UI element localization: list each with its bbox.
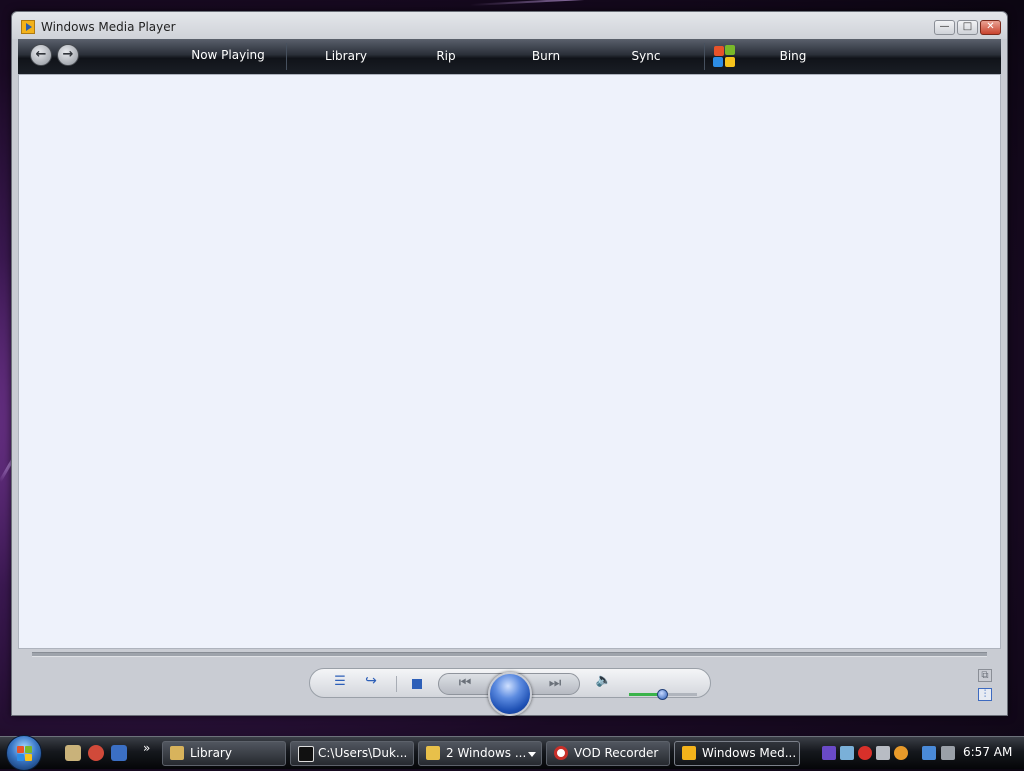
tray-network-tool-icon[interactable] (822, 746, 836, 760)
quick-launch-more-icon[interactable]: » (143, 741, 150, 755)
tray-app-icon[interactable] (876, 746, 890, 760)
tab-library[interactable]: Library (311, 39, 381, 74)
taskbar-button-library[interactable]: Library (162, 741, 286, 766)
media-player-app-icon[interactable] (21, 20, 35, 34)
taskbar-button-label: VOD Recorder (574, 746, 659, 760)
tray-sync-icon[interactable] (840, 746, 854, 760)
previous-icon[interactable]: ⏮ (451, 675, 479, 691)
wallpaper-streak (469, 0, 670, 6)
forward-arrow-icon[interactable]: → (57, 44, 79, 66)
media-player-window: Windows Media Player — □ ✕ ← → Now Playi… (11, 11, 1008, 716)
seek-bar[interactable] (32, 652, 987, 657)
mute-icon[interactable]: 🔈 (595, 673, 613, 688)
shuffle-icon[interactable]: ☰ (332, 674, 348, 689)
minimize-button[interactable]: — (934, 20, 955, 35)
title-bar[interactable]: Windows Media Player — □ ✕ (12, 12, 1007, 39)
start-button[interactable] (6, 735, 42, 771)
close-button[interactable]: ✕ (980, 20, 1001, 35)
windows-logo-icon (713, 45, 737, 69)
tray-network-icon[interactable] (922, 746, 936, 760)
tray-search-icon[interactable] (894, 746, 908, 760)
compact-view-icon[interactable]: ⫶ (978, 688, 992, 701)
tab-now-playing[interactable]: Now Playing (181, 39, 275, 74)
tab-divider (286, 43, 287, 70)
switch-to-now-playing-icon[interactable]: ⧉ (978, 669, 992, 682)
taskbar: » Library C:\Users\Duk... 2 Windows ... … (0, 735, 1024, 771)
tab-bing[interactable]: Bing (763, 39, 823, 74)
taskbar-clock[interactable]: 6:57 AM (963, 745, 1012, 759)
taskbar-button-media-player[interactable]: Windows Med... (674, 741, 800, 766)
quick-launch-browser-icon[interactable] (88, 745, 104, 761)
taskbar-button-windows-group[interactable]: 2 Windows ... (418, 741, 542, 766)
navigation-bar: ← → Now Playing Library Rip Burn Sync Bi… (18, 39, 1001, 74)
tab-sync[interactable]: Sync (616, 39, 676, 74)
tab-burn[interactable]: Burn (516, 39, 576, 74)
taskbar-button-7zip[interactable]: C:\Users\Duk... (290, 741, 414, 766)
library-content-pane[interactable] (18, 74, 1001, 649)
taskbar-button-label: Windows Med... (702, 746, 797, 760)
explorer-icon (426, 746, 440, 760)
window-title: Windows Media Player (41, 20, 176, 34)
quick-launch-app-icon[interactable] (65, 745, 81, 761)
media-player-icon (682, 746, 696, 760)
volume-knob[interactable] (656, 689, 668, 700)
next-icon[interactable]: ⏭ (541, 675, 569, 691)
tab-divider (704, 43, 705, 70)
7zip-icon (298, 746, 314, 762)
repeat-icon[interactable]: ↪ (362, 673, 380, 689)
taskbar-button-vod-recorder[interactable]: VOD Recorder (546, 741, 670, 766)
stop-button[interactable] (412, 679, 422, 689)
taskbar-button-label: Library (190, 746, 232, 760)
tray-volume-icon[interactable] (941, 746, 955, 760)
folder-icon (170, 746, 184, 760)
chevron-down-icon (528, 752, 536, 757)
controls-divider (396, 676, 397, 692)
tray-error-icon[interactable] (858, 746, 872, 760)
taskbar-button-label: C:\Users\Duk... (318, 746, 408, 760)
quick-launch-desktop-icon[interactable] (111, 745, 127, 761)
tab-rip[interactable]: Rip (416, 39, 476, 74)
taskbar-button-label: 2 Windows ... (446, 746, 527, 760)
record-icon (554, 746, 568, 760)
maximize-button[interactable]: □ (957, 20, 978, 35)
play-button[interactable] (488, 672, 532, 716)
back-arrow-icon[interactable]: ← (30, 44, 52, 66)
